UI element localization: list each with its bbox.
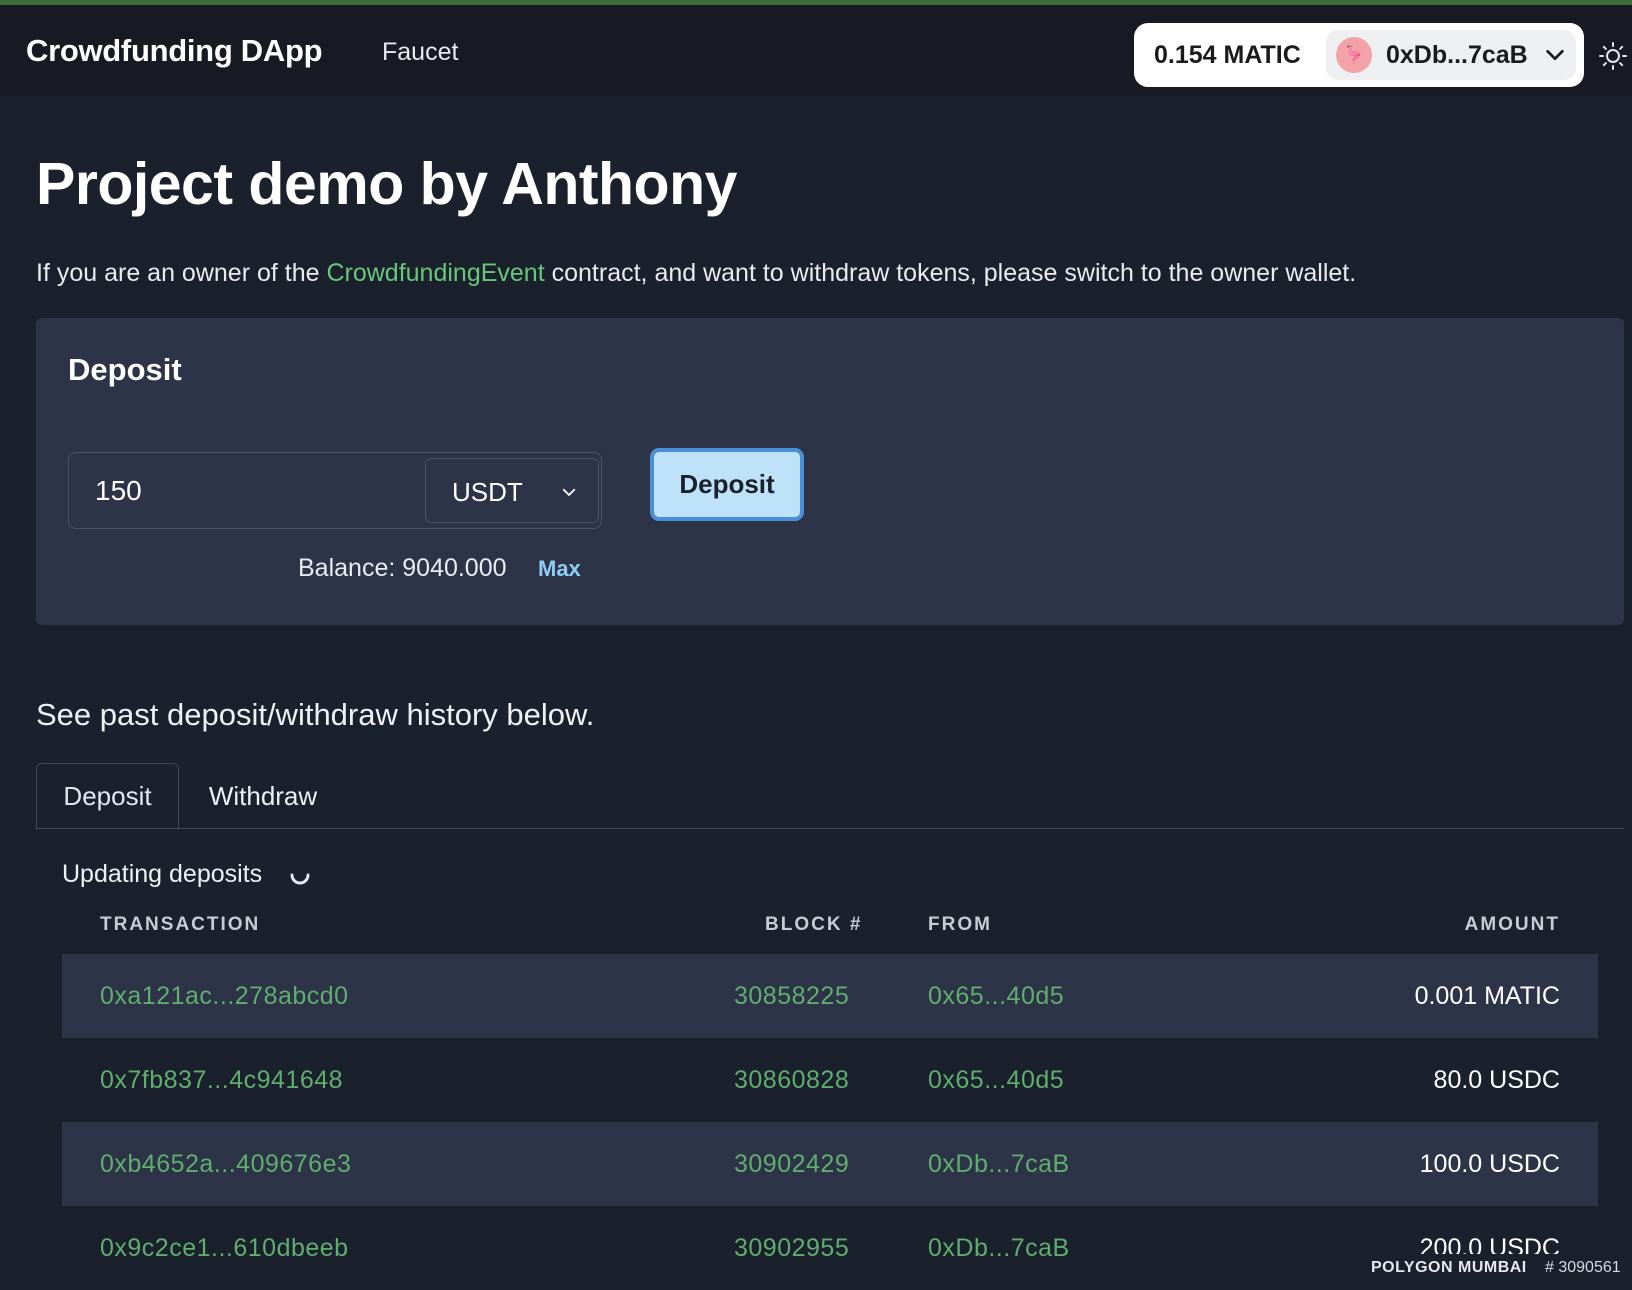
column-header-block: BLOCK # — [765, 914, 863, 935]
balance-text: Balance: 9040.000 — [298, 554, 507, 582]
from-address-link[interactable]: 0x65...40d5 — [928, 982, 1064, 1011]
deposit-button[interactable]: Deposit — [650, 448, 804, 521]
column-header-from: FROM — [928, 914, 992, 935]
block-link[interactable]: 30902955 — [734, 1234, 849, 1263]
chevron-down-icon — [1546, 49, 1564, 61]
table-header: TRANSACTION BLOCK # FROM AMOUNT — [62, 900, 1598, 954]
wallet-widget[interactable]: 0.154 MATIC 🦩 0xDb...7caB — [1134, 23, 1584, 87]
nav-link-faucet[interactable]: Faucet — [382, 38, 458, 67]
updating-status: Updating deposits — [62, 860, 263, 888]
block-link[interactable]: 30902429 — [734, 1150, 849, 1179]
intro-text-end: contract, and want to withdraw tokens, p… — [544, 259, 1357, 287]
avatar: 🦩 — [1336, 37, 1372, 73]
deposit-card-title: Deposit — [68, 352, 182, 387]
tab-deposit[interactable]: Deposit — [36, 763, 179, 830]
amount-input-group: USDT — [68, 452, 602, 529]
table-row: 0xb4652a...409676e3 30902429 0xDb...7caB… — [62, 1122, 1598, 1206]
transaction-link[interactable]: 0x9c2ce1...610dbeeb — [100, 1234, 349, 1263]
history-tabs: Deposit Withdraw — [36, 763, 1624, 830]
column-header-transaction: TRANSACTION — [100, 914, 261, 935]
account-button[interactable]: 🦩 0xDb...7caB — [1326, 30, 1576, 80]
amount-input[interactable] — [69, 453, 425, 528]
navbar: Crowdfunding DApp Faucet 0.154 MATIC 🦩 0… — [0, 5, 1632, 96]
wallet-balance[interactable]: 0.154 MATIC — [1154, 41, 1301, 70]
deposit-card: Deposit USDT Deposit Balance: 9040.000 M… — [36, 318, 1624, 625]
brand-title[interactable]: Crowdfunding DApp — [26, 33, 323, 69]
transaction-link[interactable]: 0xb4652a...409676e3 — [100, 1150, 351, 1179]
chevron-down-icon — [562, 488, 576, 496]
intro-text-start: If you are an owner of the — [36, 259, 327, 287]
tab-withdraw[interactable]: Withdraw — [188, 763, 338, 830]
table-row: 0xa121ac...278abcd0 30858225 0x65...40d5… — [62, 954, 1598, 1038]
amount-value: 0.001 MATIC — [1414, 982, 1560, 1010]
amount-value: 80.0 USDC — [1433, 1066, 1560, 1094]
token-select[interactable]: USDT — [425, 458, 599, 523]
block-link[interactable]: 30858225 — [734, 982, 849, 1011]
block-number: # 3090561 — [1545, 1259, 1621, 1276]
max-button[interactable]: Max — [538, 556, 581, 582]
sun-icon[interactable] — [1598, 41, 1628, 71]
page-title: Project demo by Anthony — [36, 151, 737, 217]
contract-link[interactable]: CrowdfundingEvent — [326, 259, 544, 287]
transaction-link[interactable]: 0x7fb837...4c941648 — [100, 1066, 343, 1095]
network-name: POLYGON MUMBAI — [1371, 1259, 1527, 1276]
from-address-link[interactable]: 0xDb...7caB — [928, 1150, 1070, 1179]
token-select-value: USDT — [452, 477, 523, 507]
history-heading: See past deposit/withdraw history below. — [36, 697, 595, 732]
table-row: 0x7fb837...4c941648 30860828 0x65...40d5… — [62, 1038, 1598, 1122]
wallet-address: 0xDb...7caB — [1386, 41, 1528, 69]
block-link[interactable]: 30860828 — [734, 1066, 849, 1095]
from-address-link[interactable]: 0xDb...7caB — [928, 1234, 1070, 1263]
spinner-icon — [290, 873, 310, 885]
network-status-bar: POLYGON MUMBAI # 3090561 — [1357, 1254, 1632, 1284]
amount-value: 100.0 USDC — [1419, 1150, 1560, 1178]
intro-text: If you are an owner of the CrowdfundingE… — [36, 259, 1356, 288]
from-address-link[interactable]: 0x65...40d5 — [928, 1066, 1064, 1095]
column-header-amount: AMOUNT — [1464, 914, 1560, 935]
transaction-link[interactable]: 0xa121ac...278abcd0 — [100, 982, 349, 1011]
